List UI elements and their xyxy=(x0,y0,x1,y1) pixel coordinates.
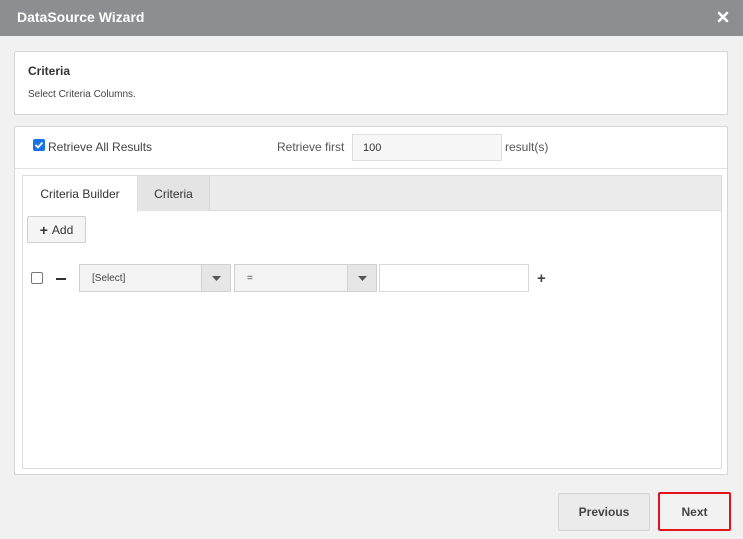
add-button-label: Add xyxy=(51,222,74,237)
checkmark-icon xyxy=(34,141,44,149)
criteria-row: [Select] = + xyxy=(23,263,721,293)
dialog-title: DataSource Wizard xyxy=(17,9,145,25)
field-select[interactable]: [Select] xyxy=(79,264,231,292)
retrieve-first-input[interactable] xyxy=(352,134,502,161)
step-title: Criteria xyxy=(28,64,71,78)
retrieve-first-label: Retrieve first xyxy=(277,140,345,154)
criteria-value-input[interactable] xyxy=(379,264,529,292)
next-button[interactable]: Next xyxy=(658,492,731,531)
step-header: Criteria Select Criteria Columns. xyxy=(14,51,728,115)
retrieve-all-label[interactable]: Retrieve All Results xyxy=(48,140,152,154)
add-row-icon[interactable]: + xyxy=(537,270,546,287)
operator-select[interactable]: = xyxy=(234,264,377,292)
step-description: Select Criteria Columns. xyxy=(28,89,136,100)
field-dropdown-button[interactable] xyxy=(201,265,230,291)
add-criteria-button[interactable]: + Add xyxy=(27,216,86,243)
operator-select-value: = xyxy=(247,273,253,284)
retrieve-all-checkbox[interactable] xyxy=(33,139,45,151)
tab-criteria-builder[interactable]: Criteria Builder xyxy=(23,176,138,212)
field-select-value: [Select] xyxy=(92,273,126,284)
tab-strip: Criteria Builder Criteria xyxy=(23,176,721,212)
chevron-down-icon xyxy=(212,276,221,281)
dialog-titlebar: DataSource Wizard xyxy=(0,0,743,36)
previous-button[interactable]: Previous xyxy=(558,493,650,531)
retrieve-options-row: Retrieve All Results Retrieve first resu… xyxy=(15,127,727,169)
remove-row-icon[interactable] xyxy=(56,278,66,280)
row-checkbox[interactable] xyxy=(31,272,43,284)
results-label: result(s) xyxy=(505,140,549,154)
criteria-panel: Retrieve All Results Retrieve first resu… xyxy=(14,126,728,475)
operator-dropdown-button[interactable] xyxy=(347,265,376,291)
chevron-down-icon xyxy=(358,276,367,281)
close-icon[interactable] xyxy=(717,10,729,23)
plus-icon: + xyxy=(39,221,48,238)
criteria-tabs: Criteria Builder Criteria + Add [Select]… xyxy=(22,175,722,469)
tab-criteria[interactable]: Criteria xyxy=(138,176,210,211)
